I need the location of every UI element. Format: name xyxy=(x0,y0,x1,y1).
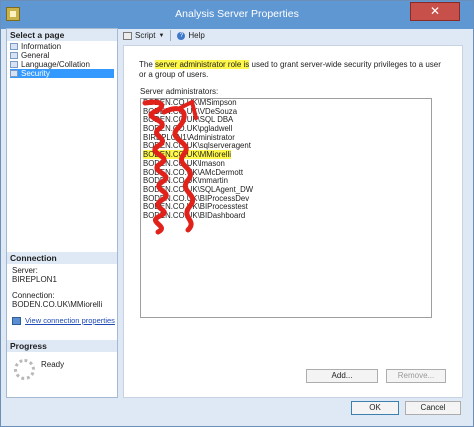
server-value: BIREPLON1 xyxy=(12,275,57,284)
page-icon xyxy=(10,61,18,68)
server-administrators-label: Server administrators: xyxy=(140,87,219,96)
description-highlight: server administrator role is xyxy=(155,60,250,69)
remove-button[interactable]: Remove... xyxy=(386,369,446,383)
window-title: Analysis Server Properties xyxy=(175,8,299,20)
chevron-down-icon[interactable]: ▼ xyxy=(158,33,164,39)
page-icon xyxy=(10,70,18,77)
page-item-label: Security xyxy=(21,69,50,78)
help-label: Help xyxy=(188,31,205,40)
page-icon xyxy=(10,52,18,59)
script-icon xyxy=(123,31,132,40)
page-item-general[interactable]: General xyxy=(10,51,114,60)
connection-label: Connection: xyxy=(12,291,55,300)
select-page-title: Select a page xyxy=(7,29,117,41)
title-bar[interactable]: Analysis Server Properties ✕ xyxy=(1,1,473,29)
progress-spinner-icon xyxy=(14,359,35,380)
security-description: The server administrator role is used to… xyxy=(139,60,441,79)
list-item[interactable]: BODEN.CO.UK\BIDashboard xyxy=(143,211,429,221)
close-button[interactable]: ✕ xyxy=(410,2,460,21)
progress-status: Ready xyxy=(41,360,65,369)
page-icon xyxy=(10,43,18,50)
page-item-label: Information xyxy=(21,42,62,51)
server-label: Server: xyxy=(12,266,38,275)
page-item-label: Language/Collation xyxy=(21,60,90,69)
toolbar-separator xyxy=(170,30,172,41)
security-page: The server administrator role is used to… xyxy=(123,45,463,398)
add-button[interactable]: Add... xyxy=(306,369,378,383)
view-connection-properties-label: View connection properties xyxy=(25,316,115,325)
script-button[interactable]: Script ▼ xyxy=(123,31,164,40)
connection-info: Server: BIREPLON1 Connection: BODEN.CO.U… xyxy=(12,266,116,325)
toolbar: Script ▼ ? Help xyxy=(123,28,471,43)
cancel-button[interactable]: Cancel xyxy=(405,401,461,415)
page-item-information[interactable]: Information xyxy=(10,42,114,51)
help-button[interactable]: ? Help xyxy=(177,31,205,40)
left-panel: Select a page Information General Langua… xyxy=(6,28,118,398)
properties-window: Analysis Server Properties ✕ Select a pa… xyxy=(0,0,474,427)
progress-section-title: Progress xyxy=(7,340,117,352)
page-item-language-collation[interactable]: Language/Collation xyxy=(10,60,114,69)
help-icon: ? xyxy=(177,31,186,40)
script-label: Script xyxy=(135,31,156,40)
page-item-security[interactable]: Security xyxy=(10,69,114,78)
view-connection-properties-link[interactable]: View connection properties xyxy=(12,316,116,325)
page-item-label: General xyxy=(21,51,50,60)
server-administrators-list[interactable]: BODEN.CO.UK\MSimpson BODEN.CO.UK\VDeSouz… xyxy=(140,98,432,318)
page-list: Information General Language/Collation S… xyxy=(7,41,117,79)
ok-button[interactable]: OK xyxy=(351,401,399,415)
connection-section-title: Connection xyxy=(7,252,117,264)
connection-properties-icon xyxy=(12,316,21,325)
connection-value: BODEN.CO.UK\MMiorelli xyxy=(12,300,103,309)
